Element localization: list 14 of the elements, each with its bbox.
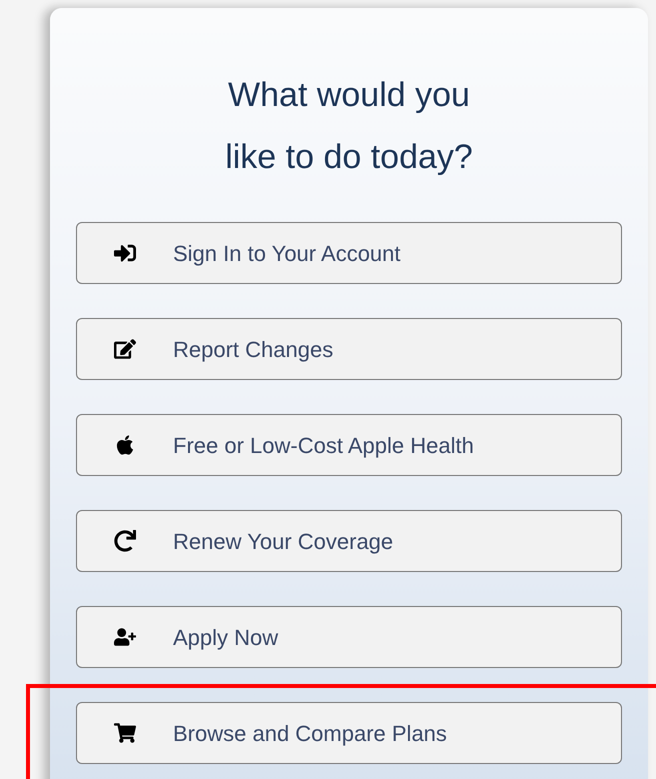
action-button[interactable]: Free or Low-Cost Apple Health <box>76 414 622 476</box>
heading: like to do today? <box>225 137 473 178</box>
action-button[interactable]: Apply Now <box>76 606 622 668</box>
action-button[interactable]: Renew Your Coverage <box>76 510 622 572</box>
sign-in-icon <box>114 242 136 264</box>
user-plus-icon <box>114 626 136 648</box>
action-button[interactable]: Browse and Compare Plans <box>76 702 622 764</box>
heading: What would you <box>228 75 470 116</box>
action-button[interactable]: Report Changes <box>76 318 622 380</box>
refresh-icon <box>114 530 136 552</box>
cart-icon <box>114 722 136 744</box>
action-button[interactable]: Sign In to Your Account <box>76 222 622 284</box>
apple-icon <box>114 434 136 456</box>
edit-icon <box>114 338 136 360</box>
